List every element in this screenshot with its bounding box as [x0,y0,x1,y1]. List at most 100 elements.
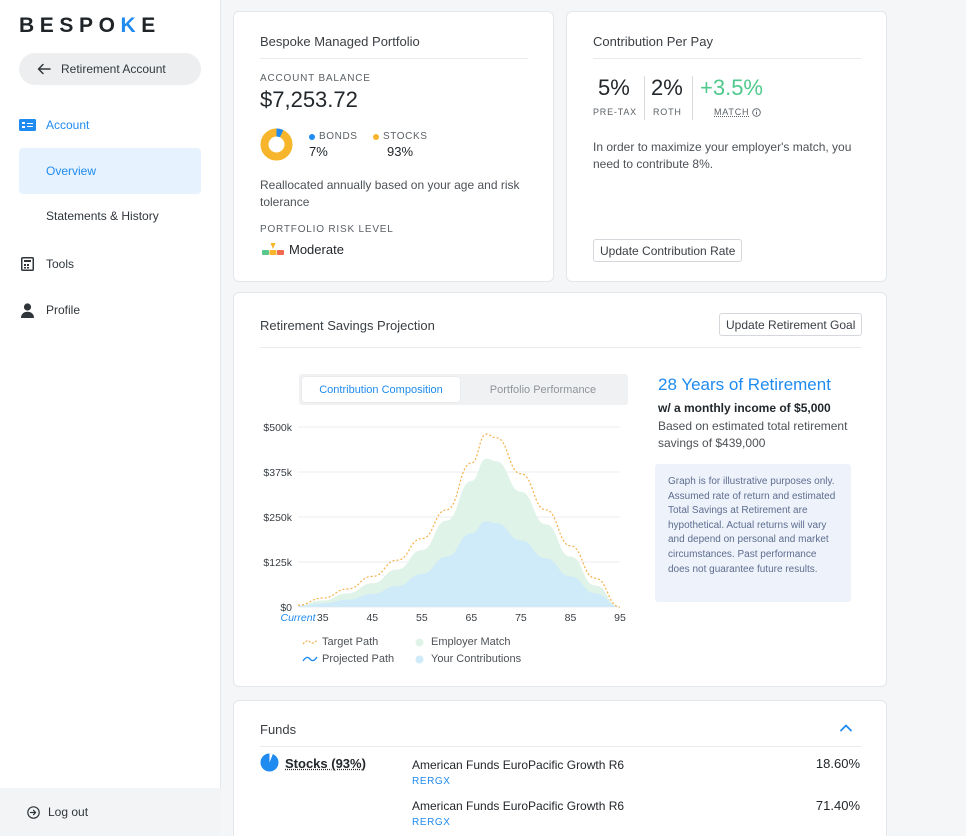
x-tick-label: 75 [515,612,527,624]
update-retirement-goal-button[interactable]: Update Retirement Goal [719,313,862,336]
calculator-icon [19,257,36,271]
sidebar-item-profile[interactable]: Profile [19,303,80,317]
x-tick-label: 65 [466,612,478,624]
back-to-retirement-account-button[interactable]: Retirement Account [19,53,201,85]
stocks-value: 93% [387,144,413,159]
sidebar-item-account[interactable]: Account [19,118,89,132]
monthly-income-text: w/ a monthly income of $5,000 [658,401,831,415]
stocks-label: STOCKS [383,131,428,142]
tab-contribution-composition[interactable]: Contribution Composition [302,377,460,402]
x-tick-label: 85 [565,612,577,624]
bonds-value: 7% [309,144,328,159]
divider [692,76,693,120]
contributions-swatch [411,655,427,664]
account-balance-value: $7,253.72 [260,87,358,113]
roth-value: 2% [651,75,683,101]
risk-level-label: PORTFOLIO RISK LEVEL [260,224,394,235]
sidebar-item-tools[interactable]: Tools [19,257,74,271]
y-tick-label: $125k [263,557,292,569]
sidebar-item-label: Tools [46,257,74,271]
risk-meter-icon [262,242,284,256]
logo-text-prefix: BESPO [19,14,121,37]
match-label: MATCH [714,107,749,117]
stocks-category-label[interactable]: Stocks (93%) [285,756,366,771]
fund-allocation-percent: 71.40% [816,798,860,813]
sidebar-item-statements-history[interactable]: Statements & History [19,193,201,239]
x-tick-label: 55 [416,612,428,624]
contribution-per-pay-card: Contribution Per Pay 5% PRE-TAX 2% ROTH … [566,11,887,282]
sidebar-item-label: Profile [46,303,80,317]
chart-view-toggle: Contribution Composition Portfolio Perfo… [299,374,628,405]
logo-text-suffix: E [141,14,161,37]
bonds-label: BONDS [319,131,358,142]
employer-match-swatch [411,638,427,647]
retirement-years-title: 28 Years of Retirement [658,375,831,395]
fund-allocation-percent: 18.60% [816,756,860,771]
divider [260,746,861,747]
legend-your-contributions: Your Contributions [411,653,521,665]
match-label-group[interactable]: MATCH [714,107,761,117]
update-contribution-rate-button[interactable]: Update Contribution Rate [593,239,742,262]
x-tick-label: 35 [317,612,329,624]
match-value: +3.5% [700,75,763,101]
fund-ticker-link[interactable]: RERGX [412,817,451,828]
funds-card: Funds Stocks (93%) American Funds EuroPa… [233,700,887,836]
reallocation-note: Reallocated annually based on your age a… [260,177,535,211]
bonds-dot [309,134,315,140]
tab-portfolio-performance[interactable]: Portfolio Performance [463,377,623,402]
target-path-swatch [302,638,318,646]
divider [260,347,861,348]
projection-card-title: Retirement Savings Projection [260,318,435,333]
fund-name: American Funds EuroPacific Growth R6 [412,758,624,772]
chevron-up-icon[interactable] [839,723,853,732]
stocks-pie-icon [260,753,279,772]
legend-target-path: Target Path [302,636,378,648]
risk-level-value: Moderate [289,242,344,257]
x-tick-label: 95 [614,612,626,624]
pretax-label: PRE-TAX [593,107,637,117]
sidebar: BESPOKE Retirement Account Account Overv… [0,0,221,836]
legend-label: Employer Match [431,636,510,648]
savings-projection-chart: $0$125k$250k$375k$500kCurrent 35 45 55 65 75 8… [256,411,631,626]
pretax-value: 5% [598,75,630,101]
contribution-note: In order to maximize your employer's mat… [593,139,863,173]
legend-employer-match: Employer Match [411,636,510,648]
projected-path-swatch [302,655,318,663]
fund-ticker-link[interactable]: RERGX [412,776,451,787]
logout-button[interactable]: Log out [0,788,221,836]
legend-label: Your Contributions [431,653,521,665]
sidebar-item-overview[interactable]: Overview [19,148,201,194]
logout-label: Log out [48,805,88,819]
stocks-legend: STOCKS [373,131,428,142]
y-tick-label: $500k [263,422,292,434]
y-tick-label: $375k [263,467,292,479]
stocks-dot [373,134,379,140]
legend-label: Projected Path [322,653,394,665]
logout-icon [27,806,40,819]
y-tick-label: $250k [263,512,292,524]
fund-name: American Funds EuroPacific Growth R6 [412,799,624,813]
estimated-savings-text: Based on estimated total retirement savi… [658,418,848,452]
bonds-legend: BONDS [309,131,358,142]
sidebar-item-label: Account [46,118,89,132]
divider [593,58,861,59]
info-icon[interactable] [752,108,761,117]
x-tick-label-current: Current [280,612,316,624]
retirement-projection-card: Retirement Savings Projection Update Ret… [233,292,887,687]
divider [644,76,645,120]
logo-text-accent: K [121,14,142,37]
arrow-left-icon [37,63,51,75]
allocation-donut-chart [260,128,293,161]
bespoke-logo[interactable]: BESPOKE [19,14,161,38]
back-button-label: Retirement Account [61,62,166,76]
x-tick-label: 45 [366,612,378,624]
managed-portfolio-card: Bespoke Managed Portfolio ACCOUNT BALANC… [233,11,554,282]
portfolio-card-title: Bespoke Managed Portfolio [260,34,420,49]
funds-card-title: Funds [260,722,296,737]
person-icon [19,303,36,317]
contribution-card-title: Contribution Per Pay [593,34,713,49]
legend-label: Target Path [322,636,378,648]
account-balance-label: ACCOUNT BALANCE [260,73,371,84]
illustrative-disclaimer: Graph is for illustrative purposes only.… [655,464,851,602]
legend-projected-path: Projected Path [302,653,394,665]
